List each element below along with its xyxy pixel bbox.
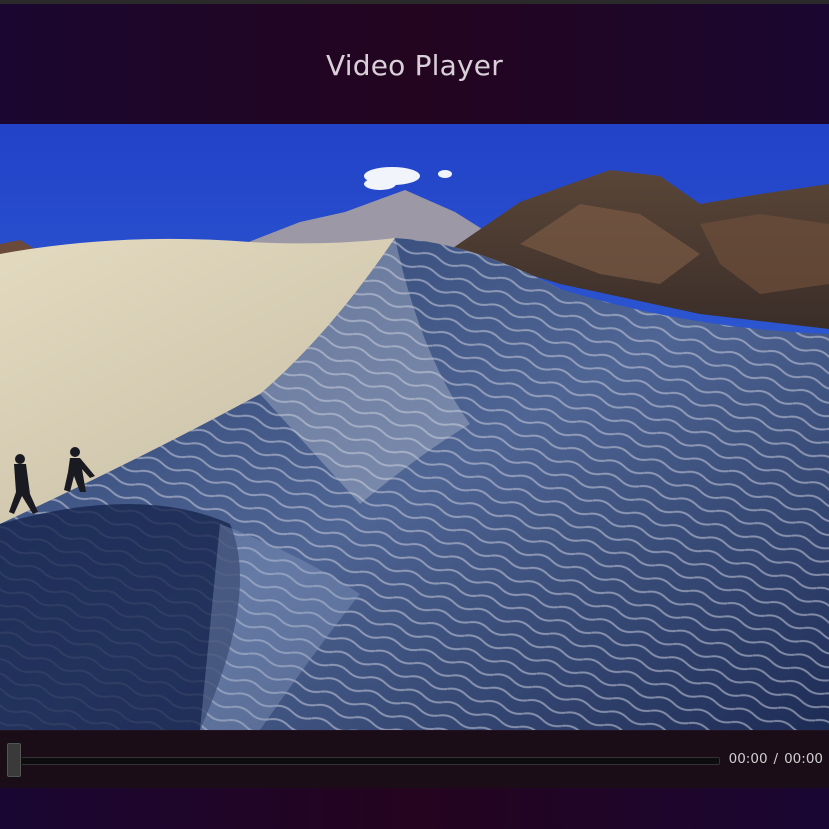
header: Video Player [0,4,829,124]
video-player-app: Video Player 00:00 / 00:00 [0,0,829,829]
player-controls: 00:00 / 00:00 [0,730,829,789]
video-frame[interactable] [0,124,829,730]
time-display: 00:00 / 00:00 [729,751,823,767]
video-poster-image [0,124,829,730]
duration: 00:00 [784,751,823,767]
page-title: Video Player [326,48,503,82]
current-time: 00:00 [728,751,768,767]
time-separator: / [773,751,779,767]
footer-band [0,788,829,829]
seek-bar[interactable] [14,757,720,765]
seek-handle[interactable] [6,742,22,778]
